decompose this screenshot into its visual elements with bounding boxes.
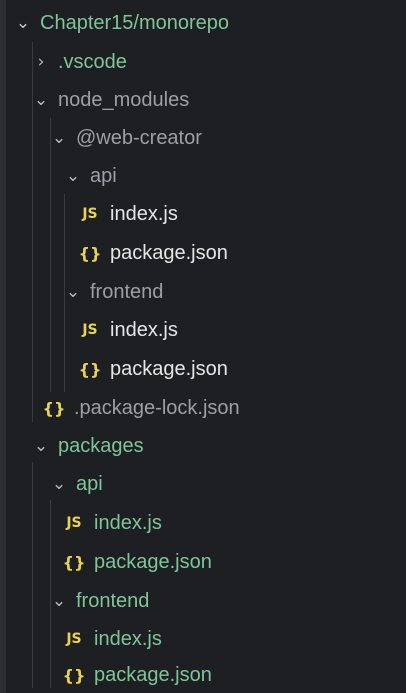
chevron-right-icon: › — [37, 52, 45, 72]
chevron-down-icon: ⌄ — [51, 474, 67, 494]
chevron-down-icon: ⌄ — [33, 90, 49, 110]
chevron-down-icon: ⌄ — [51, 128, 67, 148]
chevron-down-icon: ⌄ — [33, 436, 49, 456]
tree-item-vscode[interactable]: › .vscode — [6, 43, 406, 81]
file-label: package.json — [110, 241, 228, 264]
tree-item-index-js[interactable]: JS index.js — [6, 620, 406, 658]
tree-item-api[interactable]: ⌄ api — [6, 465, 406, 503]
tree-item-node-modules[interactable]: ⌄ node_modules — [6, 81, 406, 119]
chevron-down-icon: ⌄ — [15, 13, 31, 33]
tree-item-web-creator[interactable]: ⌄ @web-creator — [6, 119, 406, 157]
tree-item-frontend[interactable]: ⌄ frontend — [6, 582, 406, 620]
chevron-down-icon: ⌄ — [51, 591, 67, 611]
folder-label: api — [90, 164, 117, 187]
file-label: index.js — [110, 202, 178, 225]
root-subfolder-name: monorepo — [138, 11, 230, 34]
file-label: index.js — [110, 318, 178, 341]
tree-item-package-json[interactable]: {} package.json — [6, 656, 406, 693]
js-file-icon: JS — [66, 631, 82, 647]
file-label: package.json — [94, 550, 212, 573]
tree-item-index-js[interactable]: JS index.js — [6, 504, 406, 542]
json-file-icon: {} — [78, 243, 102, 263]
tree-item-packages[interactable]: ⌄ packages — [6, 427, 406, 465]
json-file-icon: {} — [62, 665, 86, 685]
tree-item-index-js[interactable]: JS index.js — [6, 195, 406, 233]
json-file-icon: {} — [78, 359, 102, 379]
js-file-icon: JS — [66, 515, 82, 531]
folder-label: frontend — [90, 280, 164, 303]
file-label: package.json — [110, 357, 228, 380]
folder-label: node_modules — [58, 88, 190, 111]
file-label: index.js — [94, 511, 162, 534]
root-folder-name: Chapter15 — [40, 11, 134, 34]
json-file-icon: {} — [62, 552, 86, 572]
tree-item-package-json[interactable]: {} package.json — [6, 543, 406, 581]
tree-item-package-json[interactable]: {} package.json — [6, 350, 406, 388]
folder-label: @web-creator — [76, 126, 202, 149]
file-explorer: ⌄ Chapter15 / monorepo › .vscode ⌄ node_… — [0, 0, 406, 693]
folder-label: .vscode — [58, 50, 127, 73]
tree-item-api[interactable]: ⌄ api — [6, 157, 406, 195]
json-file-icon: {} — [42, 398, 66, 418]
file-label: .package-lock.json — [74, 396, 240, 419]
folder-label: api — [76, 472, 103, 495]
tree-item-index-js[interactable]: JS index.js — [6, 311, 406, 349]
folder-label: packages — [58, 434, 144, 457]
chevron-down-icon: ⌄ — [65, 282, 81, 302]
root-folder-row[interactable]: ⌄ Chapter15 / monorepo — [6, 4, 406, 42]
file-label: index.js — [94, 627, 162, 650]
js-file-icon: JS — [82, 206, 98, 222]
folder-label: frontend — [76, 589, 150, 612]
file-label: package.json — [94, 663, 212, 686]
tree-item-package-lock-json[interactable]: {} .package-lock.json — [6, 389, 406, 427]
tree-item-package-json[interactable]: {} package.json — [6, 234, 406, 272]
chevron-down-icon: ⌄ — [65, 166, 81, 186]
js-file-icon: JS — [82, 322, 98, 338]
tree-item-frontend[interactable]: ⌄ frontend — [6, 273, 406, 311]
